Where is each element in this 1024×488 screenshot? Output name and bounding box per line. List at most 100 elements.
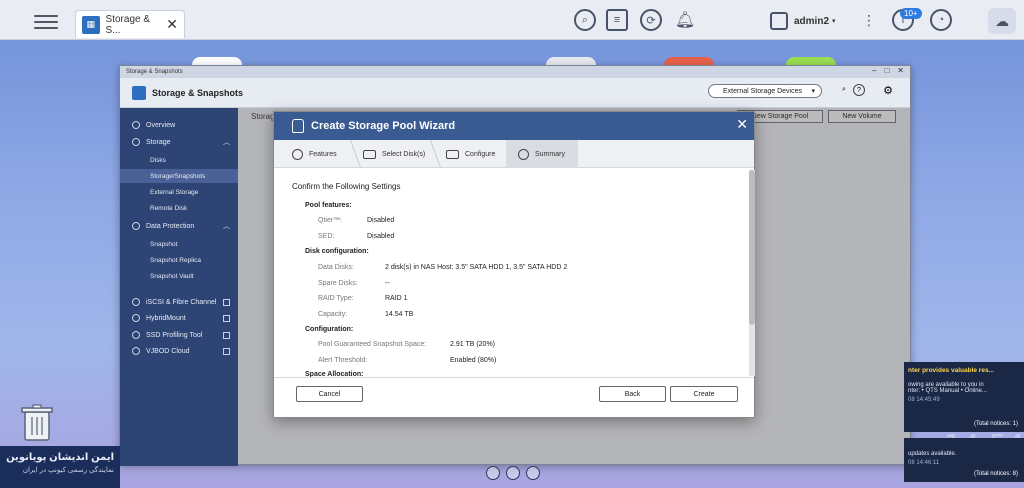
create-button[interactable]: Create [670, 386, 738, 402]
close-icon[interactable]: ✕ [166, 16, 178, 33]
more-vertical-icon[interactable]: ⋮ [858, 9, 880, 31]
disk-icon [363, 149, 376, 159]
dock-tools-icon[interactable] [506, 466, 520, 480]
alert-threshold-label: Alert Threshold: [318, 357, 368, 364]
notification-count: (Total notices: 1) [973, 421, 1018, 427]
notification-card[interactable]: updates available. 08 14:46:11 (Total no… [904, 438, 1024, 482]
confirm-title: Confirm the Following Settings [292, 182, 401, 191]
step-select-disks: Select Disk(s) [363, 140, 425, 168]
database-icon [292, 119, 304, 133]
window-titlebar: Storage & Snapshots [120, 66, 910, 78]
maximize-icon[interactable]: □ [884, 66, 889, 75]
step-features: Features [292, 140, 337, 168]
sidebar-item-hybridmount[interactable]: HybridMount [120, 311, 238, 325]
bell-icon[interactable]: 🔔︎ [674, 9, 696, 31]
help-icon[interactable]: ? [853, 84, 865, 96]
main-menu-button[interactable] [34, 11, 58, 29]
close-icon[interactable]: ✕ [897, 66, 904, 75]
sync-icon[interactable]: ⟳ [640, 9, 662, 31]
section-configuration: Configuration: [305, 326, 354, 333]
brand-tagline: نمایندگی رسمی کیونپ در ایران [22, 467, 114, 474]
back-button[interactable]: Back [599, 386, 666, 402]
speedometer-icon[interactable]: ◔ [930, 9, 952, 31]
step-configure: Configure [446, 140, 495, 168]
notification-title: nter provides valuable res... [908, 367, 994, 374]
section-pool-features: Pool features: [305, 202, 352, 209]
raid-type-value: RAID 1 [385, 295, 408, 302]
data-protection-icon [132, 222, 140, 230]
chevron-up-icon: ︿ [223, 223, 230, 230]
sidebar-item-remote-disk[interactable]: Remote Disk [120, 201, 238, 215]
dock-pause-icon[interactable] [526, 466, 540, 480]
notification-badge: 10+ [900, 8, 922, 19]
chevron-down-icon: ▾ [811, 88, 815, 95]
sidebar-item-ssd-profiling[interactable]: SSD Profiling Tool [120, 328, 238, 342]
sidebar-item-storage-snapshots[interactable]: Storage/Snapshots [120, 169, 238, 183]
hybridmount-icon [132, 314, 140, 322]
top-taskbar: ▦ Storage & S... ✕ ⌕ ≡ ⟳ 🔔︎ admin2 ▾ ⋮ i… [0, 0, 1024, 40]
data-disks-label: Data Disks: [318, 264, 354, 271]
sidebar-item-overview[interactable]: Overview [120, 118, 238, 132]
dialog-footer: Cancel Back Create [274, 377, 754, 417]
sidebar-item-data-protection[interactable]: Data Protection ︿ [120, 219, 238, 233]
external-link-icon [223, 331, 230, 339]
sidebar-item-iscsi[interactable]: iSCSI & Fibre Channel [120, 295, 238, 309]
cancel-button[interactable]: Cancel [296, 386, 363, 402]
user-avatar-icon [770, 12, 788, 30]
summary-scrollbar[interactable] [749, 170, 755, 376]
user-menu[interactable]: admin2 ▾ [770, 10, 836, 32]
sidebar-item-snapshot-replica[interactable]: Snapshot Replica [120, 253, 238, 267]
external-storage-dropdown[interactable]: External Storage Devices ▾ [708, 84, 822, 98]
sidebar-item-storage[interactable]: Storage ︿ [120, 135, 238, 149]
minimize-icon[interactable]: – [872, 66, 876, 75]
step-summary: Summary [506, 140, 578, 168]
notification-time: 08 14:45:49 [908, 397, 940, 403]
notification-time: 08 14:46:11 [908, 460, 940, 466]
trash-icon[interactable] [20, 404, 54, 442]
sidebar-item-snapshot-vault[interactable]: Snapshot Vault [120, 269, 238, 283]
bottom-dock [486, 464, 544, 482]
overview-icon [132, 121, 140, 129]
window-controls: – □ ✕ [872, 66, 904, 75]
raid-icon [446, 149, 459, 159]
sidebar-item-vjbod-cloud[interactable]: VJBOD Cloud [120, 344, 238, 358]
sed-value: Disabled [367, 233, 395, 240]
app-tab-storage[interactable]: ▦ Storage & S... ✕ [75, 10, 185, 38]
external-link-icon [223, 298, 230, 306]
stack-icon[interactable]: ≡ [606, 9, 628, 31]
summary-panel: Confirm the Following Settings Pool feat… [274, 168, 748, 378]
notification-body: updates available. [908, 451, 957, 457]
snapshot-search-icon[interactable]: ⌕ [838, 84, 850, 96]
step-divider [342, 140, 362, 168]
dialog-title: Create Storage Pool Wizard [311, 120, 456, 132]
sidebar: Overview Storage ︿ Disks Storage/Snapshot… [120, 108, 238, 466]
gear-icon [292, 148, 303, 160]
data-disks-value: 2 disk(s) in NAS Host: 3.5" SATA HDD 1, … [385, 264, 568, 271]
cloud-icon [132, 347, 140, 355]
sidebar-item-disks[interactable]: Disks [120, 153, 238, 167]
username: admin2 [794, 15, 830, 27]
spare-disks-label: Spare Disks: [318, 280, 358, 287]
brand-banner: ایمن اندیشان پویانوین نمایندگی رسمی کیون… [0, 446, 120, 488]
external-link-icon [223, 314, 230, 322]
sidebar-item-external-storage[interactable]: External Storage [120, 185, 238, 199]
chevron-down-icon: ▾ [832, 18, 836, 25]
raid-type-label: RAID Type: [318, 295, 354, 302]
search-icon[interactable]: ⌕ [574, 9, 596, 31]
chevron-up-icon: ︿ [223, 139, 230, 146]
dock-app-icon[interactable] [486, 466, 500, 480]
app-tab-label: Storage & S... [105, 13, 151, 36]
sidebar-item-snapshot[interactable]: Snapshot [120, 237, 238, 251]
window-title: Storage & Snapshots [152, 87, 244, 98]
sed-label: SED: [318, 233, 335, 240]
window-titlebar-text: Storage & Snapshots [126, 69, 183, 75]
check-circle-icon [518, 148, 529, 160]
qtier-label: Qtier™: [318, 217, 343, 224]
cloud-icon[interactable]: ☁ [988, 8, 1016, 34]
notification-card[interactable]: nter provides valuable res... owing are … [904, 362, 1024, 432]
scrollbar-thumb[interactable] [749, 170, 755, 325]
external-link-icon [223, 347, 230, 355]
alert-threshold-value: Enabled (80%) [450, 357, 497, 364]
close-icon[interactable]: ✕ [736, 116, 748, 133]
gear-icon[interactable]: ⚙ [882, 84, 894, 97]
